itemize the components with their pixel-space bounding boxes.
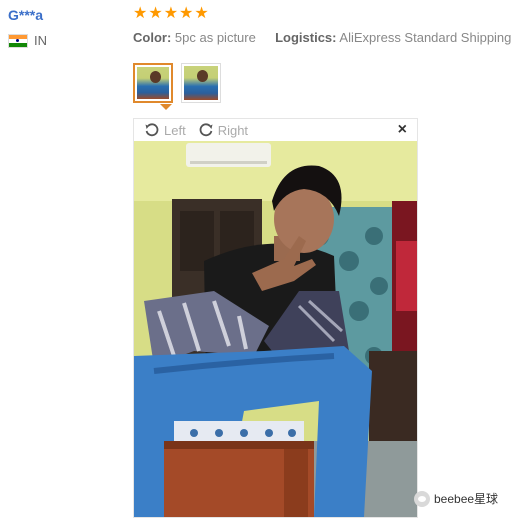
star-icon: ★: [163, 5, 179, 22]
review-attributes: Color: 5pc as picture Logistics: AliExpr…: [133, 30, 511, 45]
rotate-right-label: Right: [217, 122, 249, 138]
logistics-label: Logistics:: [275, 30, 337, 45]
rotate-right-button[interactable]: Right: [198, 122, 248, 138]
image-viewer: Left Right ×: [133, 118, 418, 518]
watermark-text: beebee星球: [434, 492, 499, 506]
review-photo: [134, 141, 417, 517]
reviewer-name: G***a: [8, 7, 44, 23]
star-icon: ★: [148, 5, 163, 22]
color-label: Color:: [133, 30, 172, 45]
rotate-right-icon: [199, 123, 213, 137]
viewer-toolbar: Left Right ×: [134, 119, 417, 141]
star-icon: ★: [194, 5, 209, 22]
reviewer-country: IN: [8, 33, 47, 48]
rating-stars: ★ ★ ★ ★ ★: [133, 5, 209, 23]
star-icon: ★: [133, 5, 148, 22]
active-thumbnail-pointer: [160, 104, 172, 110]
india-flag-icon: [8, 33, 28, 48]
country-code: IN: [34, 33, 47, 48]
wechat-icon: [414, 490, 430, 507]
rotate-left-label: Left: [164, 122, 186, 138]
thumbnail-2[interactable]: [181, 63, 221, 103]
rotate-left-icon: [145, 123, 159, 137]
watermark: beebee星球: [414, 490, 498, 507]
rotate-left-button[interactable]: Left: [144, 122, 186, 138]
thumbnail-1[interactable]: [133, 63, 173, 103]
color-value: 5pc as picture: [174, 30, 256, 45]
star-icon: ★: [179, 5, 194, 22]
review-thumbnails: [133, 63, 221, 103]
logistics-value: AliExpress Standard Shipping: [339, 30, 512, 45]
close-icon[interactable]: ×: [398, 121, 407, 139]
